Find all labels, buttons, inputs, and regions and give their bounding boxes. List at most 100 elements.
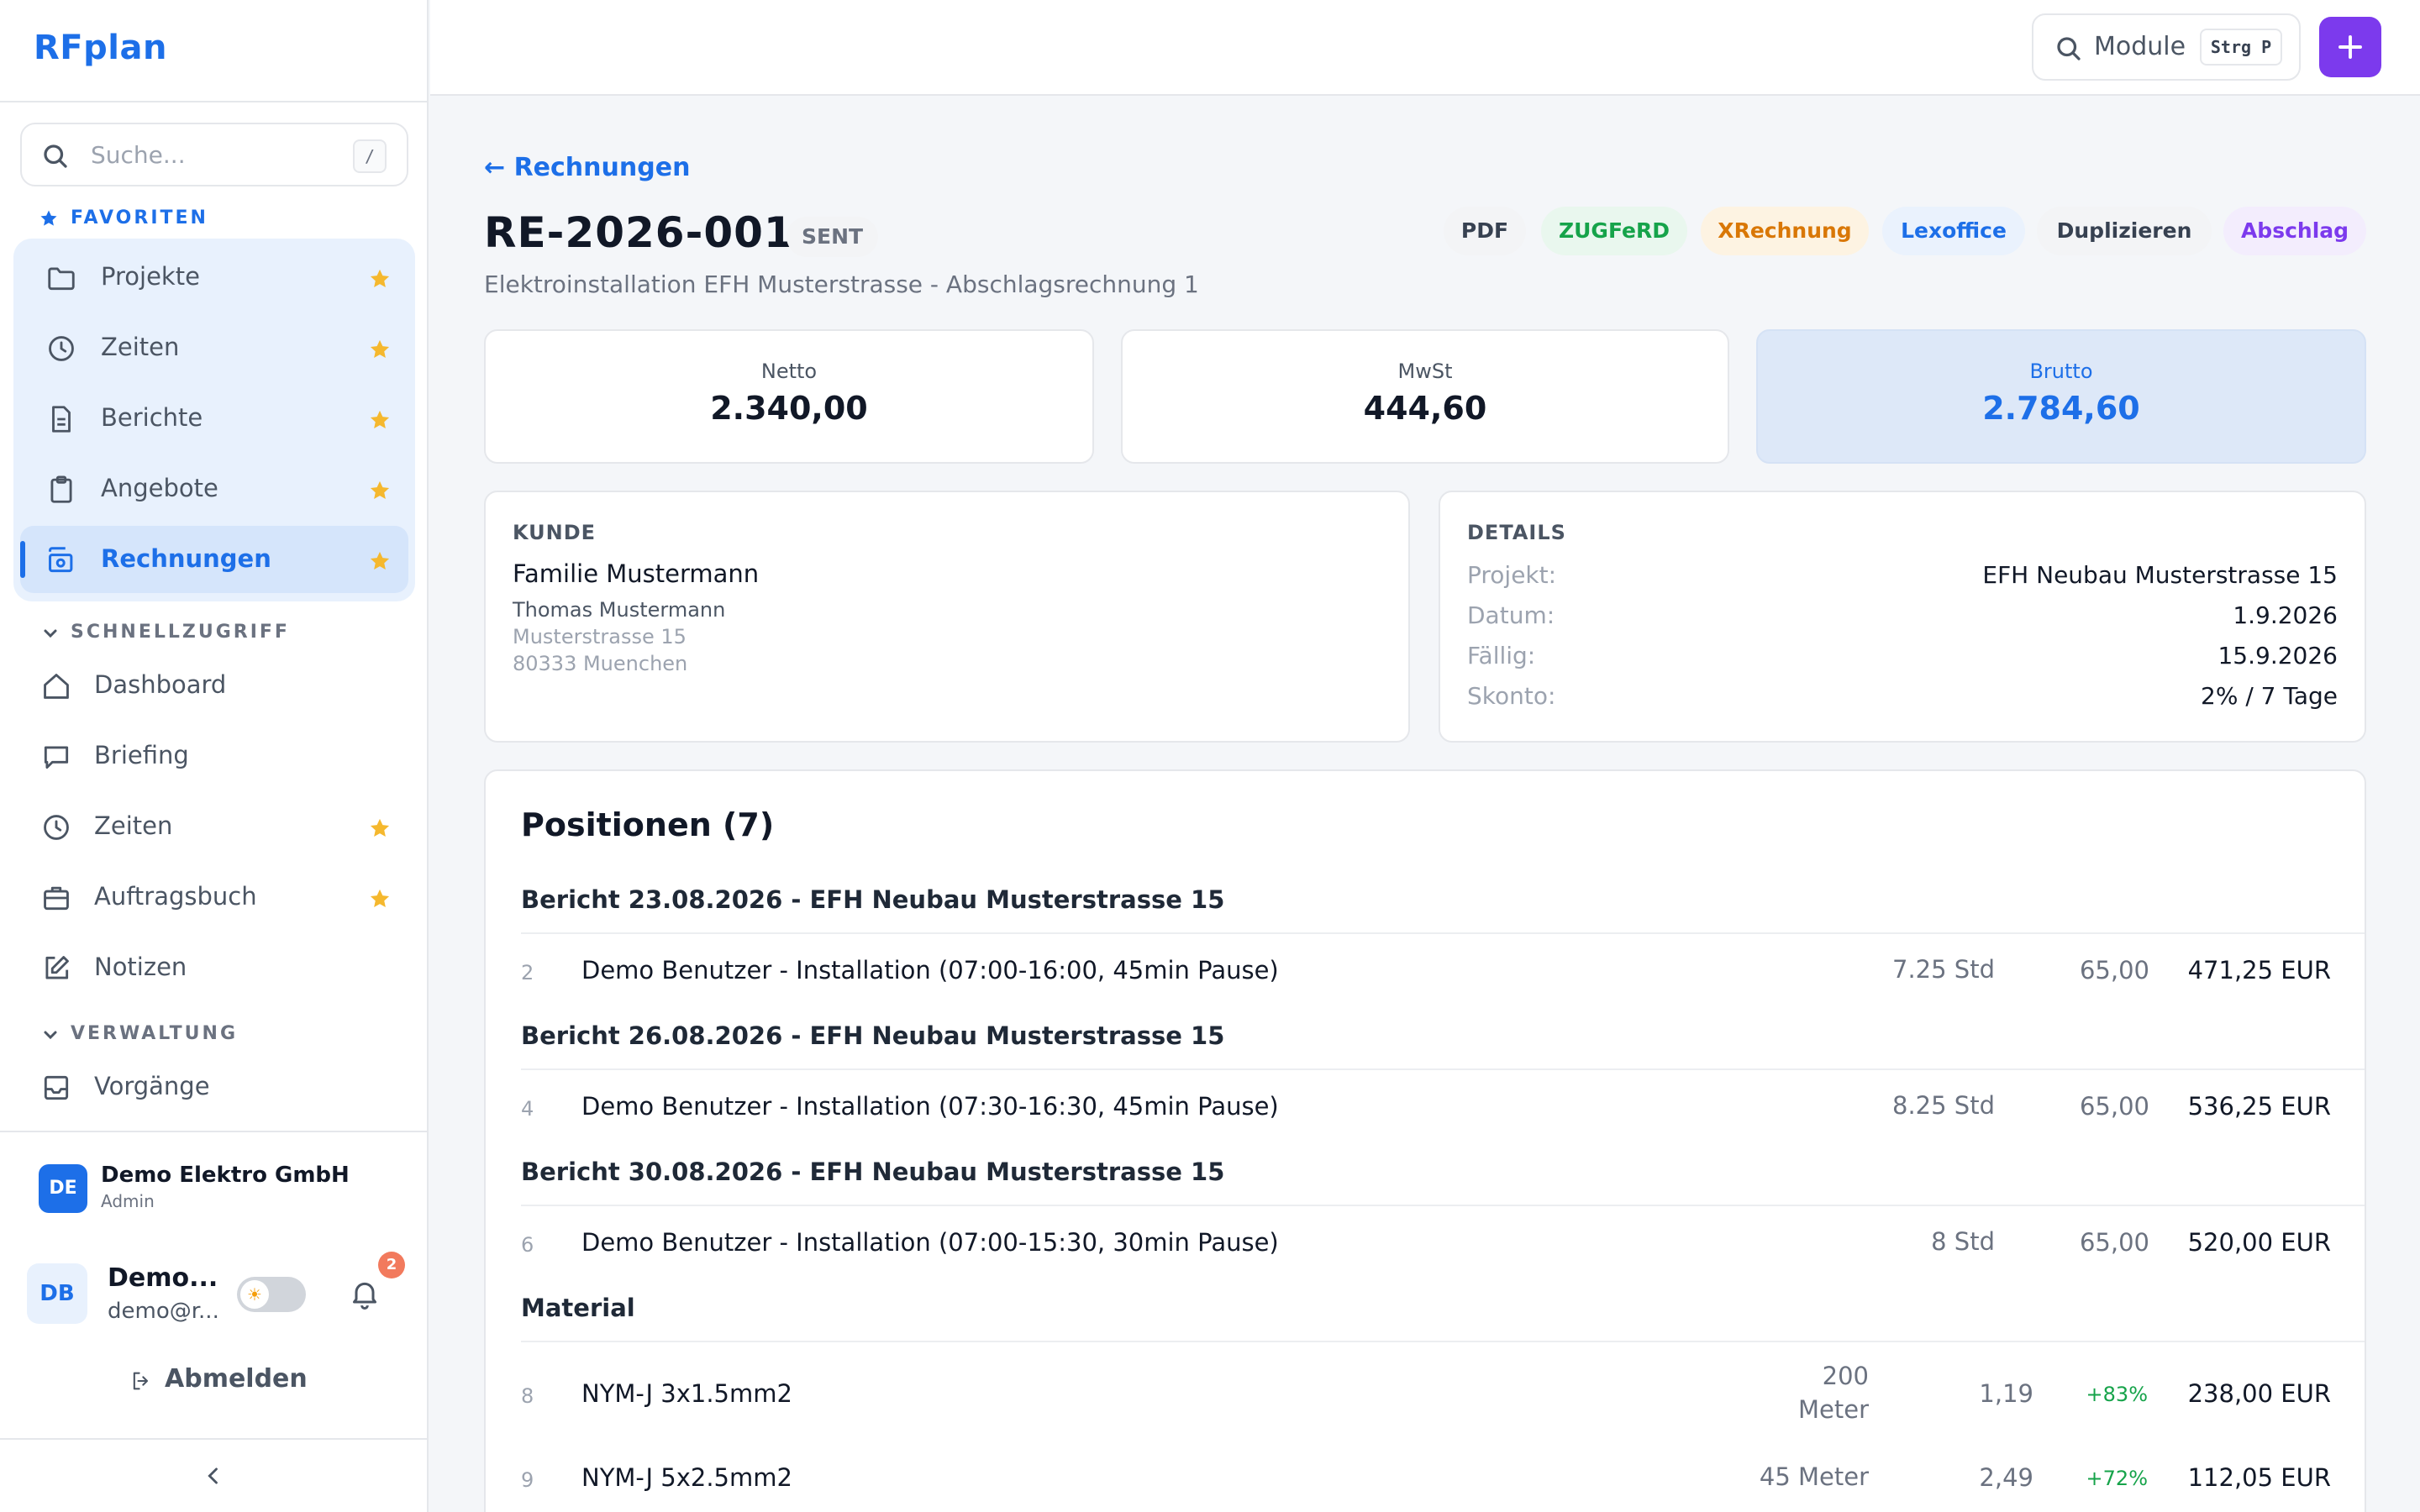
xrechnung-button[interactable]: XRechnung xyxy=(1701,207,1869,255)
position-total: 520,00 EUR xyxy=(2187,1228,2331,1257)
sidebar-item-berichte[interactable]: Berichte xyxy=(20,385,408,452)
position-description: Demo Benutzer - Installation (07:00-15:3… xyxy=(581,1228,1279,1257)
position-quantity: 8 Std xyxy=(1931,1227,1995,1256)
sidebar-item-label: Zeiten xyxy=(94,811,173,840)
favorite-star-icon[interactable] xyxy=(368,887,392,911)
quick-access-heading[interactable]: SCHNELLZUGRIFF xyxy=(71,622,290,643)
sidebar-divider xyxy=(0,101,429,102)
chevron-down-icon[interactable] xyxy=(40,623,60,643)
pdf-button[interactable]: PDF xyxy=(1444,207,1526,255)
sidebar-item-label: Zeiten xyxy=(101,333,180,361)
sidebar-item-vorgaenge[interactable]: Vorgänge xyxy=(20,1053,408,1121)
sidebar-item-auftragsbuch[interactable]: Auftragsbuch xyxy=(20,864,408,931)
chevron-left-icon[interactable] xyxy=(202,1462,225,1490)
position-group-title: Bericht 23.08.2026 - EFH Neubau Musterst… xyxy=(521,885,1225,914)
position-price: 65,00 xyxy=(2079,1092,2149,1121)
customer-contact: Thomas Mustermann xyxy=(513,598,726,622)
mwst-value: 444,60 xyxy=(1363,390,1487,427)
detail-label: Datum: xyxy=(1467,601,1555,629)
favorite-star-icon[interactable] xyxy=(368,338,392,361)
user-name: Demo... xyxy=(108,1263,218,1293)
back-link[interactable]: ← Rechnungen xyxy=(484,153,690,182)
create-button[interactable] xyxy=(2319,17,2381,77)
sidebar-divider xyxy=(0,1438,429,1440)
position-number: 4 xyxy=(521,1097,534,1121)
invoice-icon xyxy=(49,547,73,573)
position-total: 112,05 EUR xyxy=(2187,1463,2331,1492)
lexoffice-button[interactable]: Lexoffice xyxy=(1882,207,2025,255)
group-divider xyxy=(521,932,2365,934)
position-description: NYM-J 3x1.5mm2 xyxy=(581,1379,792,1408)
brutto-label: Brutto xyxy=(2029,360,2093,383)
clock-icon xyxy=(49,336,74,361)
module-shortcut-hint: Strg P xyxy=(2200,29,2282,66)
position-description: NYM-J 5x2.5mm2 xyxy=(581,1463,792,1492)
position-price: 65,00 xyxy=(2079,1228,2149,1257)
detail-value: EFH Neubau Musterstrasse 15 xyxy=(1982,561,2338,589)
bell-icon[interactable] xyxy=(348,1275,381,1312)
logout-icon xyxy=(133,1372,149,1390)
customer-heading: KUNDE xyxy=(513,521,597,544)
sidebar-item-label: Angebote xyxy=(101,474,218,502)
position-quantity-value: 200 xyxy=(1822,1362,1869,1390)
sidebar-item-briefing[interactable]: Briefing xyxy=(20,722,408,790)
logout-button[interactable]: Abmelden xyxy=(126,1364,345,1398)
module-label: Module xyxy=(2094,32,2186,61)
inbox-icon xyxy=(44,1075,69,1100)
brutto-card: Brutto 2.784,60 xyxy=(1756,329,2366,464)
company-avatar: DE xyxy=(39,1164,87,1213)
duplicate-button[interactable]: Duplizieren xyxy=(2037,207,2212,255)
clipboard-icon xyxy=(50,475,72,503)
position-description: Demo Benutzer - Installation (07:00-16:0… xyxy=(581,956,1279,984)
sidebar-divider xyxy=(0,1131,429,1132)
sidebar-item-dashboard[interactable]: Dashboard xyxy=(20,652,408,719)
admin-heading[interactable]: VERWALTUNG xyxy=(71,1023,238,1044)
clock-icon xyxy=(44,815,69,840)
zugferd-button[interactable]: ZUGFeRD xyxy=(1541,207,1687,255)
favorite-star-icon[interactable] xyxy=(368,267,392,291)
detail-label: Projekt: xyxy=(1467,561,1557,589)
group-divider xyxy=(521,1205,2365,1206)
favorite-star-icon[interactable] xyxy=(368,816,392,840)
customer-city: 80333 Muenchen xyxy=(513,652,688,675)
sidebar-item-label: Rechnungen xyxy=(101,544,271,573)
sidebar-item-rechnungen[interactable]: Rechnungen xyxy=(20,526,408,593)
sidebar-search[interactable]: Suche... / xyxy=(20,123,408,186)
company-role: Admin xyxy=(101,1191,155,1211)
favorite-star-icon[interactable] xyxy=(368,549,392,573)
detail-value: 1.9.2026 xyxy=(2233,601,2338,629)
sidebar-item-angebote[interactable]: Angebote xyxy=(20,455,408,522)
position-margin: +83% xyxy=(2086,1383,2148,1406)
position-group-title: Bericht 26.08.2026 - EFH Neubau Musterst… xyxy=(521,1021,1225,1050)
mwst-card: MwSt 444,60 xyxy=(1121,329,1729,464)
brand-logo[interactable]: RFplan xyxy=(34,29,167,67)
sidebar-item-zeiten[interactable]: Zeiten xyxy=(20,314,408,381)
detail-value: 2% / 7 Tage xyxy=(2201,682,2338,710)
module-switcher-button[interactable]: Module Strg P xyxy=(2032,13,2301,81)
netto-card: Netto 2.340,00 xyxy=(484,329,1094,464)
company-name[interactable]: Demo Elektro GmbH xyxy=(101,1163,350,1188)
user-email: demo@r... xyxy=(108,1299,219,1324)
sidebar-item-projekte[interactable]: Projekte xyxy=(20,244,408,311)
sidebar-item-zeiten-quick[interactable]: Zeiten xyxy=(20,793,408,860)
detail-label: Fällig: xyxy=(1467,642,1536,669)
sidebar-item-label: Notizen xyxy=(94,953,187,981)
position-quantity: 45 Meter xyxy=(1759,1462,1869,1491)
abschlag-button[interactable]: Abschlag xyxy=(2223,207,2366,255)
page-title: RE-2026-001 xyxy=(484,208,794,257)
favorite-star-icon[interactable] xyxy=(368,408,392,432)
user-avatar[interactable]: DB xyxy=(27,1263,87,1324)
notification-badge: 2 xyxy=(378,1252,405,1278)
theme-toggle[interactable]: ☀ xyxy=(237,1277,306,1312)
search-input[interactable]: Suche... xyxy=(91,141,186,169)
document-icon xyxy=(52,406,71,433)
sidebar-item-notizen[interactable]: Notizen xyxy=(20,934,408,1001)
chevron-down-icon[interactable] xyxy=(40,1025,60,1045)
active-indicator xyxy=(20,541,25,578)
status-badge: SENT xyxy=(786,217,879,257)
sidebar-item-label: Projekte xyxy=(101,262,200,291)
customer-card: KUNDE Familie Mustermann Thomas Musterma… xyxy=(484,491,1410,743)
favorite-star-icon[interactable] xyxy=(368,479,392,502)
position-number: 6 xyxy=(521,1233,534,1257)
group-divider xyxy=(521,1341,2365,1342)
